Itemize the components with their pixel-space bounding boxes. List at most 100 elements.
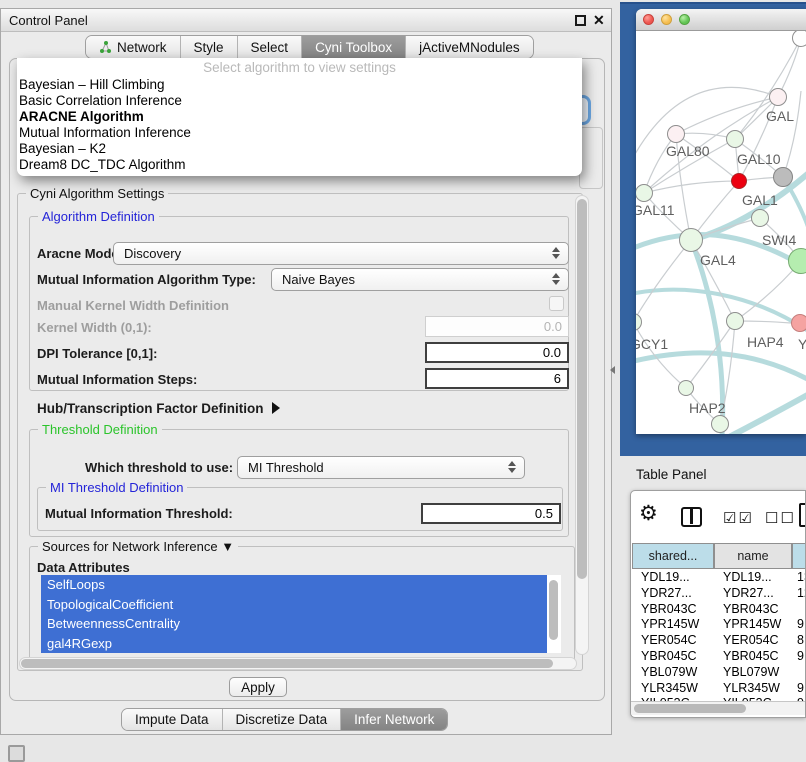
data-attributes-list[interactable]: SelfLoops TopologicalCoefficient Between… xyxy=(41,575,561,653)
collapsed-panel-button[interactable] xyxy=(8,745,25,762)
column-header-shared-name[interactable]: shared... xyxy=(632,543,714,569)
node-label: GAL1 xyxy=(742,192,778,208)
network-canvas[interactable]: GAL GAL80 GAL10 GAL1 GAL11 SWI4 GAL4 GCY… xyxy=(636,31,806,434)
mi-algorithm-type-select[interactable]: Naive Bayes xyxy=(271,268,569,291)
network-node-hap4[interactable] xyxy=(726,312,744,330)
network-node[interactable] xyxy=(711,415,729,433)
close-traffic-light-icon[interactable] xyxy=(643,14,654,25)
splitpane-collapse-arrow[interactable] xyxy=(610,366,615,374)
network-node-swi4[interactable] xyxy=(751,209,769,227)
new-column-icon[interactable] xyxy=(799,503,806,527)
tab-impute-data-label: Impute Data xyxy=(135,712,209,727)
apply-button[interactable]: Apply xyxy=(229,677,287,697)
tab-impute-data[interactable]: Impute Data xyxy=(122,709,222,730)
table-row[interactable]: YBR045CYBR045C9. xyxy=(632,649,806,665)
tab-style[interactable]: Style xyxy=(180,36,237,58)
table-window: ⚙ ☑☑ ☐☐ shared... name YDL19...YDL19...1… xyxy=(630,490,806,718)
cell: YER054C xyxy=(632,633,714,649)
cell: YBR043C xyxy=(714,602,792,618)
column-header-name[interactable]: name xyxy=(714,543,792,569)
tab-network[interactable]: Network xyxy=(86,36,180,58)
node-label: GAL10 xyxy=(737,151,781,167)
algorithm-option[interactable]: Dream8 DC_TDC Algorithm xyxy=(17,157,582,173)
network-node-hap2[interactable] xyxy=(678,380,694,396)
network-node-gal1[interactable] xyxy=(731,173,747,189)
tab-style-label: Style xyxy=(194,40,224,55)
cell: YPR145W xyxy=(632,617,714,633)
table-row[interactable]: YPR145WYPR145W9. xyxy=(632,617,806,633)
cell: 9. xyxy=(792,617,806,633)
tab-network-label: Network xyxy=(117,40,167,55)
network-node-gal10[interactable] xyxy=(726,130,744,148)
table-row[interactable]: YBL079WYBL079W xyxy=(632,665,806,681)
cell: YDR27... xyxy=(632,586,714,602)
kernel-width-field: 0.0 xyxy=(425,316,569,337)
float-window-icon[interactable] xyxy=(575,15,586,26)
table-row[interactable]: YLR345WYLR345W9. xyxy=(632,681,806,697)
column-header-partial[interactable] xyxy=(792,543,806,569)
attribute-item-selected[interactable]: TopologicalCoefficient xyxy=(41,595,547,615)
table-row[interactable]: YDR27...YDR27...12 xyxy=(632,586,806,602)
apply-button-label: Apply xyxy=(241,680,275,695)
algorithm-option[interactable]: Bayesian – K2 xyxy=(17,141,582,157)
table-row[interactable]: YDL19...YDL19...13 xyxy=(632,570,806,586)
node-label: Y xyxy=(798,336,806,352)
network-node[interactable] xyxy=(769,88,787,106)
mi-steps-field[interactable]: 6 xyxy=(425,368,569,389)
mi-threshold-field[interactable]: 0.5 xyxy=(421,503,561,524)
select-all-checkboxes-icon[interactable]: ☑☑ xyxy=(723,509,754,527)
cell: YDR27... xyxy=(714,586,792,602)
tab-cyni-toolbox[interactable]: Cyni Toolbox xyxy=(301,36,405,58)
settings-horizontal-scrollbar-thumb[interactable] xyxy=(21,659,553,668)
network-node[interactable] xyxy=(791,314,806,332)
minimize-traffic-light-icon[interactable] xyxy=(661,14,672,25)
network-node[interactable] xyxy=(792,31,806,47)
gear-icon[interactable]: ⚙ xyxy=(639,503,658,525)
algorithm-option[interactable]: Mutual Information Inference xyxy=(17,125,582,141)
algorithm-option[interactable]: Basic Correlation Inference xyxy=(17,93,582,109)
node-label: GAL80 xyxy=(666,143,710,159)
network-view-panel: GAL GAL80 GAL10 GAL1 GAL11 SWI4 GAL4 GCY… xyxy=(620,2,806,456)
attribute-item-selected[interactable]: SelfLoops xyxy=(41,575,547,595)
dpi-tolerance-field[interactable]: 0.0 xyxy=(425,342,569,363)
node-label: HAP2 xyxy=(689,400,726,416)
control-panel-window: Control Panel ✕ Network Style Select Cyn… xyxy=(0,8,612,735)
network-window-titlebar[interactable] xyxy=(636,9,806,31)
tab-discretize-data[interactable]: Discretize Data xyxy=(222,709,341,730)
network-node-gal4[interactable] xyxy=(679,228,703,252)
zoom-traffic-light-icon[interactable] xyxy=(679,14,690,25)
manual-kernel-checkbox[interactable] xyxy=(549,296,564,311)
sources-title-text: Sources for Network Inference xyxy=(42,539,218,554)
algorithm-definition-title: Algorithm Definition xyxy=(38,209,159,224)
cell: YBR043C xyxy=(632,602,714,618)
table-horizontal-scrollbar-thumb[interactable] xyxy=(634,704,746,713)
attribute-item-selected[interactable]: BetweennessCentrality xyxy=(41,614,547,634)
sources-group-title[interactable]: Sources for Network Inference ▼ xyxy=(38,539,238,554)
network-window[interactable]: GAL GAL80 GAL10 GAL1 GAL11 SWI4 GAL4 GCY… xyxy=(636,9,806,434)
which-threshold-value: MI Threshold xyxy=(248,460,324,475)
tab-jactivemnodules[interactable]: jActiveMNodules xyxy=(405,36,533,58)
mi-steps-label: Mutual Information Steps: xyxy=(37,372,197,387)
algorithm-option-selected[interactable]: ARACNE Algorithm xyxy=(17,109,582,125)
split-columns-icon[interactable] xyxy=(681,507,702,527)
which-threshold-select[interactable]: MI Threshold xyxy=(237,456,525,479)
network-node[interactable] xyxy=(773,167,793,187)
table-row[interactable]: YBR043CYBR043C xyxy=(632,602,806,618)
algorithm-option[interactable]: Bayesian – Hill Climbing xyxy=(17,77,582,93)
table-horizontal-scrollbar-track[interactable] xyxy=(631,701,806,715)
cell: YDL19... xyxy=(632,570,714,586)
deselect-all-checkboxes-icon[interactable]: ☐☐ xyxy=(765,509,796,527)
table-row[interactable]: YER054CYER054C8. xyxy=(632,633,806,649)
tab-infer-network-label: Infer Network xyxy=(354,712,434,727)
control-panel-titlebar[interactable]: Control Panel ✕ xyxy=(1,9,611,32)
list-vertical-scrollbar[interactable] xyxy=(549,580,558,640)
settings-vertical-scrollbar-thumb[interactable] xyxy=(577,199,587,579)
dpi-tolerance-value: 0.0 xyxy=(543,345,561,360)
attribute-item-selected[interactable]: gal4RGexp xyxy=(41,634,547,654)
tab-select[interactable]: Select xyxy=(237,36,302,58)
tab-infer-network[interactable]: Infer Network xyxy=(340,709,447,730)
hub-definition-toggle[interactable]: Hub/Transcription Factor Definition xyxy=(37,401,280,416)
network-node-gal80[interactable] xyxy=(667,125,685,143)
close-icon[interactable]: ✕ xyxy=(593,12,605,29)
aracne-mode-select[interactable]: Discovery xyxy=(113,242,569,265)
